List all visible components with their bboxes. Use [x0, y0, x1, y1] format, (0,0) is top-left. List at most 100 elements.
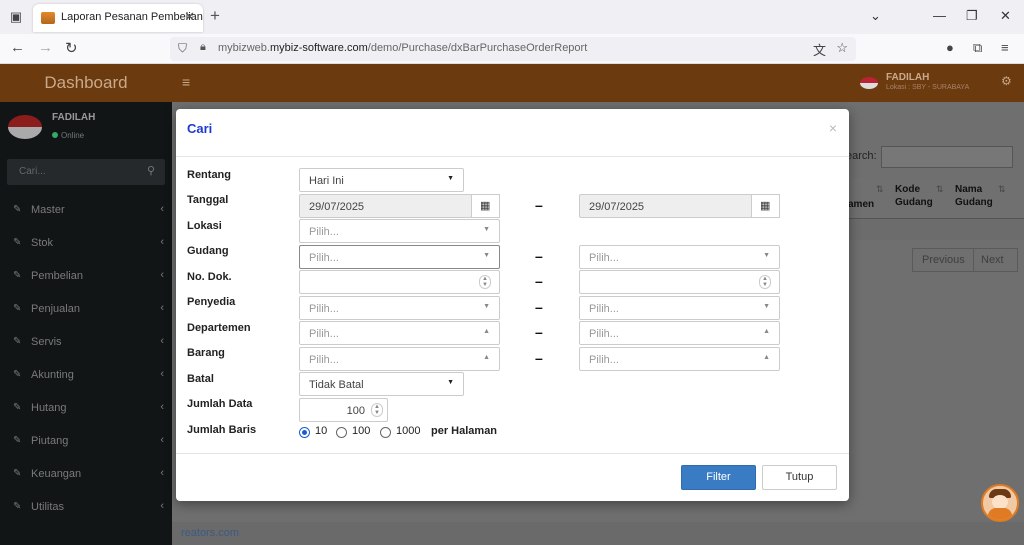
- sidebar-item-master[interactable]: ✎ Master ‹: [0, 202, 172, 222]
- online-dot-icon: [52, 132, 58, 138]
- spinner-icon[interactable]: ▲ ▼: [371, 403, 383, 417]
- penyedia-to-select[interactable]: Pilih... ▼: [579, 296, 780, 320]
- tab-close-icon[interactable]: ✕: [184, 9, 195, 25]
- sidebar: FADILAH Online Cari... ⚲ ✎ Master ‹ ✎ Stok ‹…: [0, 102, 172, 545]
- window-close-icon[interactable]: ✕: [1000, 8, 1011, 24]
- sort-icon[interactable]: ⇅: [876, 184, 884, 195]
- tanggal-from-value: 29/07/2025: [309, 201, 365, 213]
- rows-radio-1000[interactable]: [380, 427, 391, 438]
- sidebar-item-piutang[interactable]: ✎ Piutang ‹: [0, 433, 172, 453]
- account-icon[interactable]: ●: [946, 40, 954, 55]
- column-header-nama-gudang[interactable]: Nama Gudang: [955, 183, 993, 209]
- chevron-left-icon: ‹: [160, 500, 164, 512]
- filter-button[interactable]: Filter: [681, 465, 756, 490]
- sidebar-item-penjualan[interactable]: ✎ Penjualan ‹: [0, 301, 172, 321]
- new-tab-icon[interactable]: +: [210, 6, 220, 26]
- rows-option-1000-label: 1000: [396, 425, 421, 437]
- lock-icon[interactable]: 🔒︎: [200, 41, 206, 54]
- tab-overflow-icon[interactable]: ⌄: [870, 8, 881, 24]
- tutup-button[interactable]: Tutup: [762, 465, 837, 490]
- rows-radio-100[interactable]: [336, 427, 347, 438]
- lokasi-select[interactable]: Pilih... ▼: [299, 219, 500, 243]
- footer-link[interactable]: reators.com: [181, 527, 239, 539]
- table-search-input[interactable]: [881, 146, 1013, 168]
- batal-label: Batal: [187, 373, 214, 385]
- edit-icon: ✎: [13, 468, 22, 479]
- browser-tab[interactable]: Laporan Pesanan Pembelian ✕: [33, 4, 203, 32]
- departemen-to-select[interactable]: Pilih... ▲: [579, 321, 780, 345]
- spinner-icon[interactable]: ▲ ▼: [759, 275, 771, 289]
- sidebar-item-pembelian[interactable]: ✎ Pembelian ‹: [0, 268, 172, 288]
- address-bar[interactable]: ⛉ 🔒︎ mybizweb.mybiz-software.com/demo/Pu…: [170, 37, 856, 61]
- sidebar-search-input[interactable]: Cari... ⚲: [7, 159, 165, 185]
- user-avatar-flag: [8, 115, 42, 139]
- barang-to-placeholder: Pilih...: [589, 354, 619, 366]
- reload-icon[interactable]: ↻: [65, 39, 78, 57]
- no-dok-label: No. Dok.: [187, 271, 232, 283]
- next-page-button[interactable]: Next: [981, 254, 1004, 266]
- settings-gear-icon[interactable]: ⚙: [1001, 74, 1012, 88]
- translate-icon[interactable]: 文: [813, 40, 826, 59]
- no-dok-from-input[interactable]: ▲ ▼: [299, 270, 500, 294]
- minimize-icon[interactable]: —: [933, 8, 946, 23]
- modal-close-icon[interactable]: ×: [829, 120, 837, 136]
- chat-assistant-avatar[interactable]: [981, 484, 1019, 522]
- column-header-departemen[interactable]: amen: [848, 198, 874, 211]
- tanggal-from-calendar-button[interactable]: ▦: [471, 194, 500, 218]
- column-header-kode-gudang[interactable]: Kode Gudang: [895, 183, 933, 209]
- sidebar-item-akunting[interactable]: ✎ Akunting ‹: [0, 367, 172, 387]
- back-icon[interactable]: ←: [10, 39, 25, 56]
- edit-icon: ✎: [13, 237, 22, 248]
- edit-icon: ✎: [13, 501, 22, 512]
- bookmark-star-icon[interactable]: ☆: [836, 40, 848, 56]
- barang-to-select[interactable]: Pilih... ▲: [579, 347, 780, 371]
- sidebar-item-stok[interactable]: ✎ Stok ‹: [0, 235, 172, 255]
- gudang-from-select[interactable]: Pilih... ▼: [299, 245, 500, 269]
- tanggal-to-calendar-button[interactable]: ▦: [751, 194, 780, 218]
- forward-icon[interactable]: →: [38, 39, 53, 56]
- rows-radio-10[interactable]: [299, 427, 310, 438]
- edit-icon: ✎: [13, 303, 22, 314]
- departemen-from-select[interactable]: Pilih... ▲: [299, 321, 500, 345]
- tanggal-to-input[interactable]: 29/07/2025: [579, 194, 752, 218]
- spinner-icon[interactable]: ▲ ▼: [479, 275, 491, 289]
- user-location: Lokasi : SBY - SURABAYA: [886, 84, 970, 91]
- tab-list-icon[interactable]: ▣: [6, 7, 26, 27]
- caret-down-icon: ▼: [483, 226, 490, 233]
- tanggal-from-input[interactable]: 29/07/2025: [299, 194, 472, 218]
- edit-icon: ✎: [13, 369, 22, 380]
- range-dash: –: [535, 299, 543, 315]
- barang-from-select[interactable]: Pilih... ▲: [299, 347, 500, 371]
- batal-select[interactable]: Tidak Batal ▼: [299, 372, 464, 396]
- rentang-select[interactable]: Hari Ini ▼: [299, 168, 464, 192]
- shield-icon[interactable]: ⛉: [178, 41, 187, 56]
- app-logo[interactable]: Dashboard: [0, 64, 172, 102]
- url-text: mybizweb.mybiz-software.com/demo/Purchas…: [218, 42, 588, 54]
- no-dok-to-input[interactable]: ▲ ▼: [579, 270, 780, 294]
- calendar-icon: ▦: [480, 200, 491, 212]
- gudang-to-select[interactable]: Pilih... ▼: [579, 245, 780, 269]
- chevron-left-icon: ‹: [160, 236, 164, 248]
- sort-icon[interactable]: ⇅: [998, 184, 1006, 195]
- previous-page-button[interactable]: Previous: [922, 254, 965, 266]
- sort-icon[interactable]: ⇅: [936, 184, 944, 195]
- sidebar-item-utilitas[interactable]: ✎ Utilitas ‹: [0, 499, 172, 519]
- penyedia-from-select[interactable]: Pilih... ▼: [299, 296, 500, 320]
- restore-icon[interactable]: ❐: [966, 8, 978, 24]
- user-name: FADILAH: [886, 72, 930, 83]
- sidebar-item-servis[interactable]: ✎ Servis ‹: [0, 334, 172, 354]
- hamburger-icon[interactable]: ≡: [182, 74, 190, 90]
- extensions-icon[interactable]: ⧉: [973, 40, 982, 56]
- sidebar-item-hutang[interactable]: ✎ Hutang ‹: [0, 400, 172, 420]
- tab-title: Laporan Pesanan Pembelian: [61, 11, 203, 23]
- search-icon[interactable]: ⚲: [147, 164, 155, 177]
- sidebar-item-keuangan[interactable]: ✎ Keuangan ‹: [0, 466, 172, 486]
- modal-title: Cari: [187, 121, 213, 136]
- rows-option-100-label: 100: [352, 425, 371, 437]
- lokasi-placeholder: Pilih...: [309, 226, 339, 238]
- menu-icon[interactable]: ≡: [1001, 40, 1009, 55]
- calendar-icon: ▦: [760, 200, 771, 212]
- sidebar-user-panel: FADILAH Online: [8, 112, 168, 152]
- jumlah-data-input[interactable]: 100 ▲ ▼: [299, 398, 388, 422]
- chevron-left-icon: ‹: [160, 368, 164, 380]
